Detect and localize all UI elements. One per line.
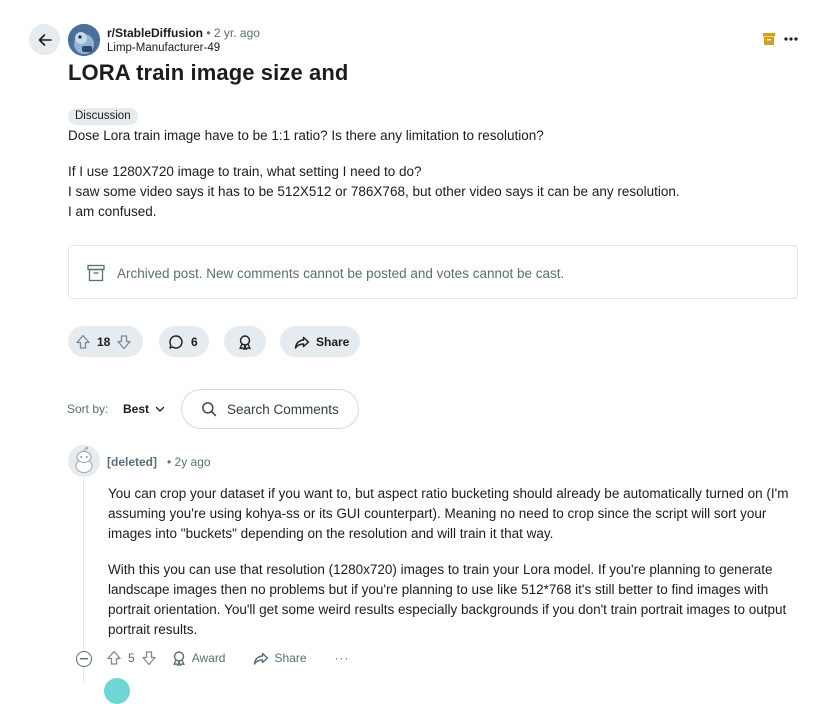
comment-vote-count: 5 — [128, 651, 135, 665]
meta-separator: • — [206, 26, 211, 40]
comments-button[interactable]: 6 — [159, 326, 209, 357]
award-button[interactable] — [224, 326, 266, 357]
award-icon — [171, 650, 187, 666]
comment-count: 6 — [191, 334, 198, 349]
more-icon — [783, 33, 799, 45]
archive-icon — [87, 264, 105, 282]
sort-value: Best — [123, 402, 150, 416]
archived-notice: Archived post. New comments cannot be po… — [68, 245, 798, 299]
search-icon — [201, 401, 217, 417]
next-comment-avatar — [104, 678, 130, 704]
collapse-icon — [80, 658, 88, 660]
comment-icon — [168, 334, 184, 350]
vote-bar: 18 — [68, 326, 143, 357]
back-button[interactable] — [29, 24, 60, 55]
comment-award-button[interactable]: Award — [171, 650, 226, 666]
vote-count: 18 — [97, 334, 111, 349]
award-label: Award — [191, 651, 226, 665]
upvote-icon[interactable] — [75, 334, 91, 350]
comment-author: [deleted] — [107, 455, 158, 469]
award-icon — [237, 334, 253, 350]
share-icon — [294, 334, 310, 350]
post-body-line: I am confused. — [68, 204, 157, 219]
commenter-avatar — [68, 445, 100, 477]
post-meta: r/StableDiffusion • 2 yr. ago — [107, 26, 260, 40]
post-body-line: I saw some video says it has to be 512X5… — [68, 184, 680, 199]
comment-paragraph: You can crop your dataset if you want to… — [108, 486, 789, 541]
subreddit-link[interactable]: r/StableDiffusion — [107, 26, 203, 40]
sort-dropdown[interactable]: Best — [123, 402, 165, 416]
back-arrow-icon — [37, 32, 53, 48]
post-body-line: If I use 1280X720 image to train, what s… — [68, 164, 422, 179]
comment-paragraph: With this you can use that resolution (1… — [108, 562, 787, 637]
chevron-down-icon — [155, 404, 165, 414]
share-label: Share — [274, 651, 307, 665]
subreddit-avatar[interactable] — [68, 24, 100, 56]
downvote-icon[interactable] — [116, 334, 132, 350]
more-options-button[interactable] — [783, 33, 799, 45]
upvote-icon[interactable] — [106, 650, 122, 666]
comment-share-button[interactable]: Share — [253, 650, 307, 666]
share-label: Share — [316, 334, 350, 349]
archive-badge-icon — [763, 33, 775, 45]
sort-label: Sort by: — [67, 402, 109, 416]
comment-actions: 5 Award Share ··· — [106, 650, 350, 666]
share-button[interactable]: Share — [280, 326, 360, 357]
downvote-icon[interactable] — [141, 650, 157, 666]
share-icon — [253, 650, 269, 666]
post-body-line: Dose Lora train image have to be 1:1 rat… — [68, 128, 544, 143]
collapse-thread-button[interactable] — [76, 651, 92, 667]
post-title: LORA train image size and — [68, 60, 349, 85]
post-flair[interactable]: Discussion — [68, 108, 138, 125]
comment-time: • 2y ago — [167, 455, 211, 469]
archived-notice-text: Archived post. New comments cannot be po… — [117, 266, 565, 281]
post-author[interactable]: Limp-Manufacturer-49 — [107, 42, 220, 54]
search-placeholder: Search Comments — [227, 401, 339, 417]
search-comments-input[interactable]: Search Comments — [181, 389, 359, 429]
snoo-avatar-icon — [69, 446, 99, 476]
comment-more-button[interactable]: ··· — [335, 651, 350, 665]
post-time: 2 yr. ago — [213, 26, 260, 40]
